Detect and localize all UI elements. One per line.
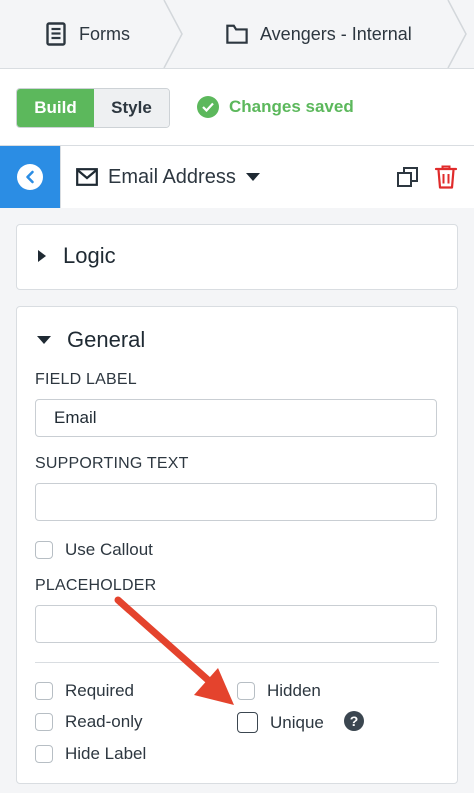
required-label: Required xyxy=(65,681,134,700)
breadcrumb-item-forms[interactable]: Forms xyxy=(45,0,130,68)
breadcrumb-item-folder[interactable]: Avengers - Internal xyxy=(226,0,412,68)
field-header: Email Address xyxy=(0,145,474,209)
unique-checkbox[interactable]: Unique xyxy=(237,712,324,733)
breadcrumb-label: Forms xyxy=(79,23,130,44)
builder-toolbar: Build Style Changes saved xyxy=(0,69,474,145)
save-status: Changes saved xyxy=(197,96,354,118)
divider xyxy=(60,146,61,208)
envelope-icon xyxy=(76,168,98,186)
general-panel: General FIELD LABEL SUPPORTING TEXT Use … xyxy=(16,306,458,784)
back-button[interactable] xyxy=(0,146,60,208)
breadcrumb-separator xyxy=(447,0,467,68)
build-tab[interactable]: Build xyxy=(17,89,94,127)
check-circle-icon xyxy=(197,96,219,118)
style-tab[interactable]: Style xyxy=(94,89,169,127)
logic-panel: Logic xyxy=(16,224,458,290)
unique-label: Unique xyxy=(270,712,324,732)
field-label-input[interactable] xyxy=(35,399,437,437)
supporting-text-input[interactable] xyxy=(35,483,437,521)
checkbox-box xyxy=(237,712,258,733)
trash-icon[interactable] xyxy=(434,164,458,190)
logic-title: Logic xyxy=(63,243,116,268)
general-toggle[interactable]: General xyxy=(37,327,145,353)
read-only-checkbox[interactable]: Read-only xyxy=(35,712,143,732)
field-label-label: FIELD LABEL xyxy=(35,371,137,388)
caret-right-icon xyxy=(37,249,47,263)
general-title: General xyxy=(67,327,146,352)
help-icon[interactable]: ? xyxy=(344,711,364,731)
folder-icon xyxy=(226,22,248,46)
breadcrumb-separator xyxy=(163,0,183,68)
duplicate-icon[interactable] xyxy=(396,165,420,189)
required-checkbox[interactable]: Required xyxy=(35,681,134,701)
use-callout-checkbox[interactable]: Use Callout xyxy=(35,540,153,560)
checkbox-box xyxy=(35,541,53,559)
save-status-text: Changes saved xyxy=(229,97,354,116)
caret-down-icon xyxy=(37,335,51,345)
hidden-checkbox[interactable]: Hidden xyxy=(237,681,321,701)
logic-toggle[interactable]: Logic xyxy=(37,243,116,269)
checkbox-box xyxy=(35,745,53,763)
checkbox-box xyxy=(35,682,53,700)
breadcrumb-label: Avengers - Internal xyxy=(260,23,412,44)
placeholder-label: PLACEHOLDER xyxy=(35,577,157,594)
mode-toggle: Build Style xyxy=(16,88,170,128)
field-type-dropdown[interactable]: Email Address xyxy=(76,146,260,208)
placeholder-input[interactable] xyxy=(35,605,437,643)
hidden-label: Hidden xyxy=(267,681,321,700)
checkbox-box xyxy=(35,713,53,731)
chevron-left-icon xyxy=(17,164,43,190)
divider xyxy=(35,662,439,663)
hide-label-checkbox[interactable]: Hide Label xyxy=(35,744,146,764)
read-only-label: Read-only xyxy=(65,712,143,731)
breadcrumb: Forms Avengers - Internal xyxy=(0,0,474,69)
caret-down-icon xyxy=(245,172,260,182)
hide-label-label: Hide Label xyxy=(65,744,147,763)
use-callout-label: Use Callout xyxy=(65,540,153,559)
supporting-text-label: SUPPORTING TEXT xyxy=(35,455,189,472)
document-icon xyxy=(45,22,67,46)
field-type-label: Email Address xyxy=(108,165,236,188)
checkbox-box xyxy=(237,682,255,700)
